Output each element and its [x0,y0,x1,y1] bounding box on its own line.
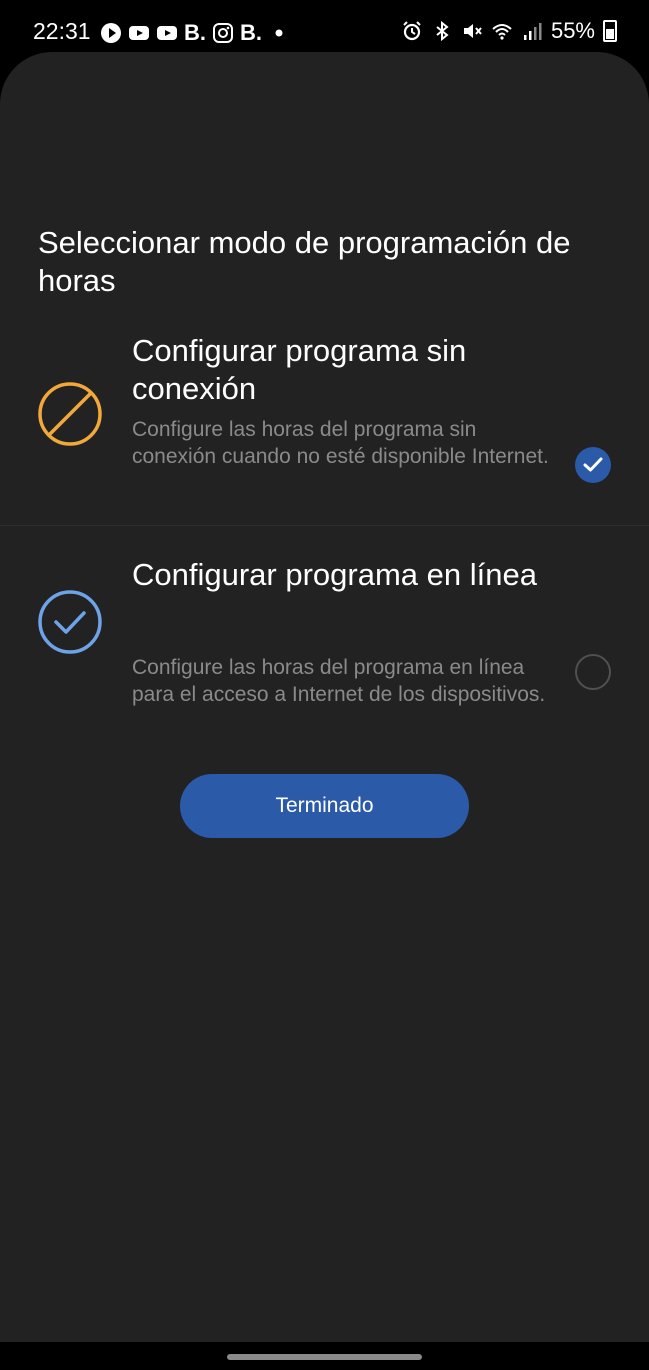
radio-unselected[interactable] [575,654,611,690]
done-button[interactable]: Terminado [180,774,469,838]
booking-icon: B. [240,20,262,45]
option-online-schedule[interactable]: Configurar programa en línea Configure l… [0,526,649,726]
alarm-icon [403,21,421,41]
youtube-icon [129,26,149,40]
system-icons: 55% [401,18,617,44]
signal-icon [523,23,542,40]
schedule-mode-sheet: Seleccionar modo de programación de hora… [0,52,649,1342]
mute-icon [463,24,482,38]
offline-block-icon [38,382,102,446]
battery-icon [603,20,617,42]
navigation-bar [0,1342,649,1370]
play-icon [101,23,121,43]
option-title: Configurar programa sin conexión [132,333,467,406]
status-bar: 22:31 B. B. 55% [0,0,649,60]
battery-percent: 55% [550,18,595,43]
instagram-icon [213,23,233,43]
option-description: Configure las horas del programa en líne… [132,656,546,706]
option-offline-schedule[interactable]: Configurar programa sin conexión Configu… [0,328,649,525]
online-check-icon [38,590,102,654]
radio-selected[interactable] [575,447,611,483]
check-icon [583,457,603,472]
booking-icon: B. [184,20,206,45]
option-title: Configurar programa en línea [132,557,537,592]
wifi-icon [492,24,512,40]
home-gesture-handle[interactable] [227,1354,422,1360]
bluetooth-icon [436,20,449,42]
sheet-title: Seleccionar modo de programación de hora… [38,225,571,298]
youtube-icon [157,26,177,40]
notification-icons: B. B. [100,20,290,46]
dot-icon [275,29,283,37]
status-time: 22:31 [33,18,91,44]
option-description: Configure las horas del programa sin con… [132,418,549,468]
